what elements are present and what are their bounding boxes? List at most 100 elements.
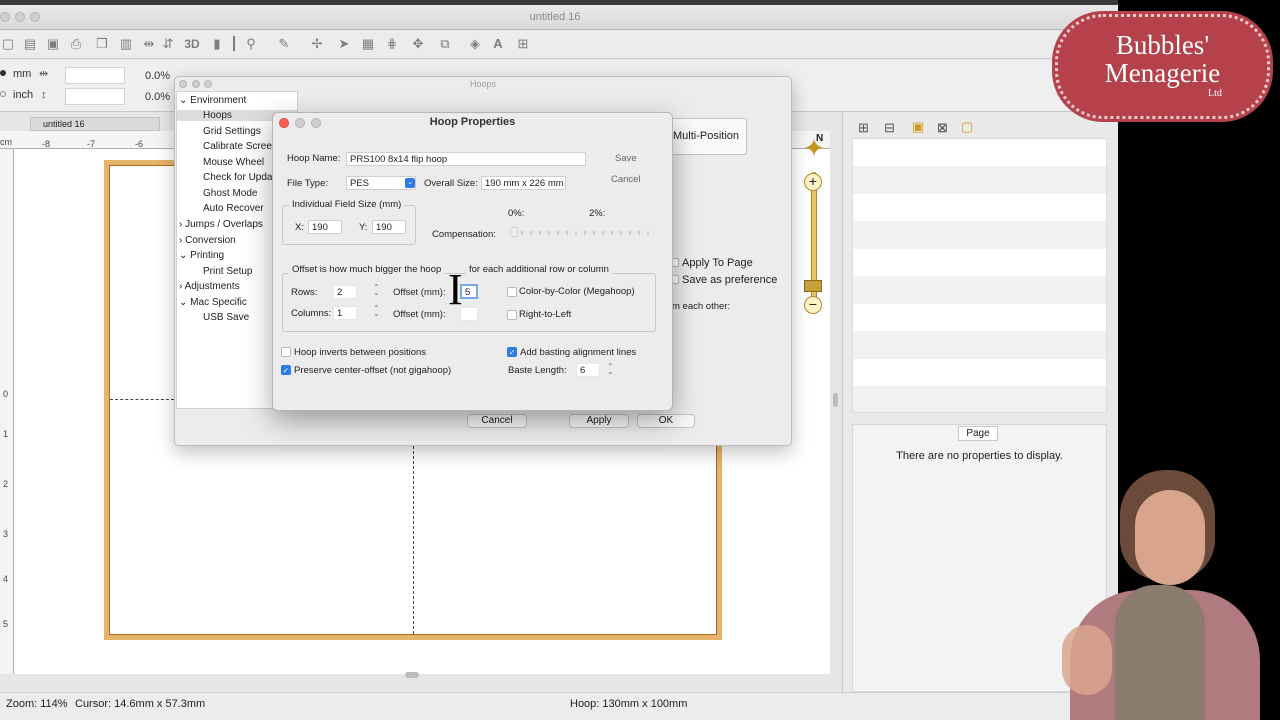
width-input[interactable]: [65, 67, 125, 84]
compass-rose-icon[interactable]: ✦: [799, 133, 829, 163]
presenter-hand: [1062, 625, 1112, 695]
offset-column-input[interactable]: [460, 307, 478, 321]
save-button[interactable]: Save: [615, 153, 637, 164]
stitch-icon[interactable]: ⊞: [515, 36, 531, 52]
compensation-slider-thumb[interactable]: [510, 227, 518, 237]
layout-icon[interactable]: ⋕: [384, 36, 400, 52]
right-to-left-checkbox[interactable]: [507, 310, 517, 320]
hoop-status: Hoop: 130mm x 100mm: [570, 698, 688, 710]
tree-item-calibrate-screen[interactable]: Calibrate Screen: [203, 141, 277, 152]
expand-icon[interactable]: ⌄: [179, 297, 187, 308]
offset-group-title-tail: for each additional row or column: [466, 264, 612, 275]
expand-icon[interactable]: ⌄: [179, 95, 187, 106]
minimize-window-button[interactable]: [15, 12, 25, 22]
lock-open-icon[interactable]: ▢: [961, 119, 973, 135]
chevron-down-icon[interactable]: ⌄: [405, 178, 415, 188]
object-list[interactable]: [852, 138, 1107, 413]
field-x-input[interactable]: 190: [308, 220, 342, 234]
horizontal-scrollbar[interactable]: [405, 672, 419, 678]
cancel-link-button[interactable]: Cancel: [611, 174, 641, 185]
cancel-button[interactable]: Cancel: [467, 414, 527, 428]
logo-line-2: Menagerie: [1104, 58, 1221, 88]
flip-h-icon[interactable]: ⇹: [141, 36, 157, 52]
chart-icon[interactable]: ▮: [209, 36, 225, 52]
tree-item-ghost-mode[interactable]: Ghost Mode: [203, 188, 257, 199]
tree-item-mac-specific[interactable]: ⌄ Mac Specific: [179, 297, 247, 308]
mm-radio[interactable]: [0, 70, 6, 76]
move-icon[interactable]: ✥: [410, 36, 426, 52]
tree-item-check-updates[interactable]: Check for Updat: [203, 172, 275, 183]
preserve-center-checkbox[interactable]: ✓: [281, 365, 291, 375]
tree-item-label: Conversion: [185, 235, 236, 246]
inch-radio[interactable]: [0, 91, 6, 97]
mm-label: mm: [13, 68, 32, 80]
new-icon[interactable]: ▢: [0, 36, 16, 52]
baste-length-input[interactable]: 6: [576, 363, 600, 377]
tree-item-usb-save[interactable]: USB Save: [203, 312, 249, 323]
tab-page[interactable]: Page: [958, 426, 998, 441]
tree-item-grid-settings[interactable]: Grid Settings: [203, 126, 261, 137]
field-y-input[interactable]: 190: [372, 220, 406, 234]
rows-label: Rows:: [291, 287, 318, 298]
baste-length-stepper[interactable]: ⌃ ⌄: [607, 363, 614, 376]
apply-button[interactable]: Apply: [569, 414, 629, 428]
layers-icon[interactable]: ⧉: [437, 36, 453, 52]
columns-stepper[interactable]: ⌃ ⌄: [373, 305, 380, 318]
offset-row-input[interactable]: 5: [460, 284, 478, 299]
expand-icon[interactable]: ⌄: [179, 250, 187, 261]
zoom-window-button[interactable]: [30, 12, 40, 22]
rows-stepper[interactable]: ⌃ ⌄: [373, 284, 380, 297]
flip-v-icon[interactable]: ⇵: [160, 36, 176, 52]
open-icon[interactable]: ▤: [22, 36, 38, 52]
rows-input[interactable]: 2: [333, 285, 357, 299]
print-icon[interactable]: ⎙: [68, 36, 84, 52]
lock-icon[interactable]: ▣: [912, 119, 924, 135]
paste-icon[interactable]: ▥: [118, 36, 134, 52]
expand-icon[interactable]: ›: [179, 235, 182, 246]
zoom-in-icon[interactable]: +: [804, 173, 822, 191]
zoom-slider-thumb[interactable]: [804, 280, 822, 292]
offset-group-title: Offset is how much bigger the hoop: [289, 264, 445, 275]
compensation-slider[interactable]: [512, 231, 655, 235]
hoop-name-field[interactable]: PRS100 8x14 flip hoop: [346, 152, 586, 166]
tree-item-conversion[interactable]: › Conversion: [179, 235, 236, 246]
color-by-color-checkbox[interactable]: [507, 287, 517, 297]
tree-item-auto-recover[interactable]: Auto Recover: [203, 203, 264, 214]
measure-icon[interactable]: ✎: [276, 36, 292, 52]
compass-icon[interactable]: ✢: [309, 36, 325, 52]
copy-icon[interactable]: ❐: [94, 36, 110, 52]
expand-icon[interactable]: ›: [179, 219, 182, 230]
height-input[interactable]: [65, 88, 125, 105]
select-icon[interactable]: ▦: [360, 36, 376, 52]
expand-icon[interactable]: ›: [179, 281, 182, 292]
columns-input[interactable]: 1: [333, 306, 357, 320]
search-icon[interactable]: ⚲: [243, 36, 259, 52]
ungroup-icon[interactable]: ⊟: [884, 120, 895, 136]
close-window-button[interactable]: [0, 12, 10, 22]
ok-button[interactable]: OK: [637, 414, 695, 428]
unlock-all-icon[interactable]: ⊠: [937, 120, 948, 136]
tree-item-adjustments[interactable]: › Adjustments: [179, 281, 240, 292]
tree-item-jumps-overlaps[interactable]: › Jumps / Overlaps: [179, 219, 263, 230]
tree-item-mouse-wheel[interactable]: Mouse Wheel: [203, 157, 264, 168]
save-icon[interactable]: ▣: [45, 36, 61, 52]
ruler-icon[interactable]: ┃: [226, 36, 242, 52]
zoom-out-icon[interactable]: −: [804, 296, 822, 314]
shapes-icon[interactable]: ◈: [467, 36, 483, 52]
multi-position-button[interactable]: Multi-Position: [665, 118, 747, 155]
3d-icon[interactable]: 3D: [182, 36, 202, 52]
hoop-inverts-checkbox[interactable]: [281, 347, 291, 357]
text-icon[interactable]: A: [490, 36, 506, 52]
add-basting-checkbox[interactable]: ✓: [507, 347, 517, 357]
document-tab[interactable]: untitled 16: [30, 117, 160, 131]
file-type-value: PES: [350, 178, 370, 189]
x-label: X:: [295, 222, 304, 233]
vertical-scrollbar[interactable]: [833, 393, 838, 407]
center-guide-vertical: [413, 446, 414, 634]
from-each-other-label: m each other:: [672, 301, 731, 312]
tree-item-environment[interactable]: ⌄ Environment: [179, 95, 246, 106]
tree-item-print-setup[interactable]: Print Setup: [203, 266, 252, 277]
pointer-icon[interactable]: ➤: [336, 36, 352, 52]
group-icon[interactable]: ⊞: [858, 120, 869, 136]
tree-item-printing[interactable]: ⌄ Printing: [179, 250, 224, 261]
